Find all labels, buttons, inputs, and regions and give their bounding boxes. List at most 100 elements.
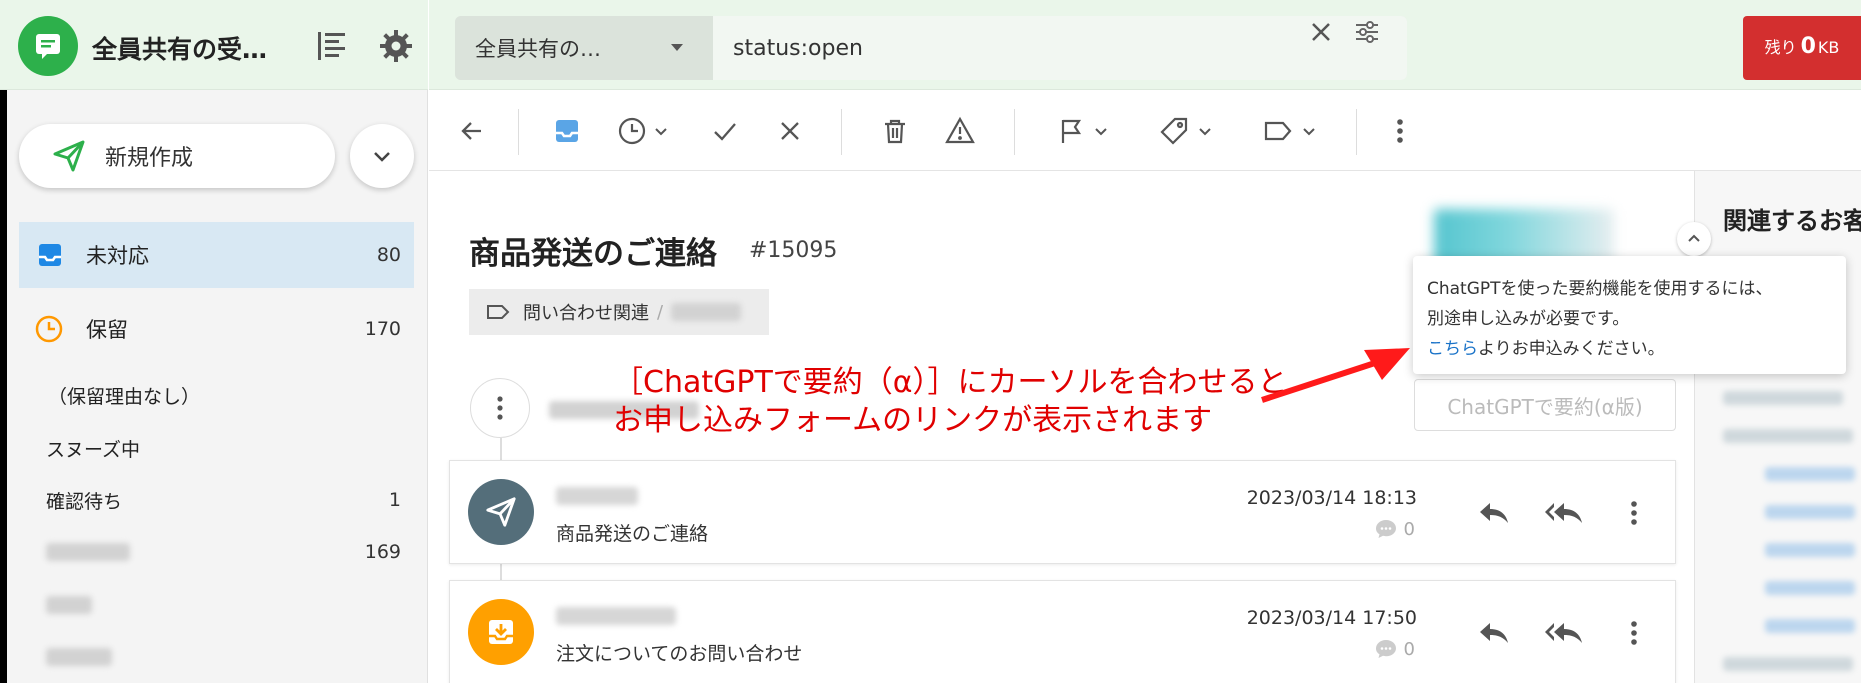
comment-count[interactable]: 0 [1374, 517, 1415, 541]
warning-icon [945, 116, 975, 146]
sidebar-subitem-awaiting[interactable]: 確認待ち 1 [19, 479, 414, 521]
back-button[interactable] [459, 109, 485, 153]
more-vertical-icon [495, 395, 505, 421]
sidebar: 全員共有の受… 新規作成 未対応 80 保留 170 （保留理由なし） スヌーズ… [0, 0, 428, 683]
ticket-toolbar [429, 91, 1861, 171]
arrow-left-icon [459, 118, 485, 144]
inbox-scope-select[interactable]: 全員共有の… [455, 16, 713, 80]
chatgpt-summary-tooltip: ChatGPTを使った要約機能を使用するには、 別途申し込みが必要です。 こちら… [1413, 256, 1846, 374]
blurred-panel-line [1723, 391, 1843, 405]
reply-icon [1478, 499, 1510, 527]
more-vertical-icon [1629, 499, 1639, 527]
blurred-sender [556, 607, 676, 625]
flag-button[interactable] [1057, 109, 1109, 153]
sidebar-item-label: スヌーズ中 [46, 438, 141, 461]
search-bar: 全員共有の… 残り 0 KB [429, 0, 1861, 90]
mark-done-button[interactable] [711, 109, 739, 153]
inbox-icon [36, 241, 64, 269]
sidebar-subitem-snoozed[interactable]: スヌーズ中 [19, 427, 414, 469]
tag-button[interactable] [1159, 109, 1213, 153]
sidebar-subitem-no-reason[interactable]: （保留理由なし） [19, 374, 414, 416]
sidebar-subitem-blurred[interactable]: 169 [19, 531, 414, 573]
chevron-down-icon [1301, 123, 1317, 139]
message-subject: 注文についてのお問い合わせ [556, 643, 803, 665]
gear-icon[interactable] [376, 26, 416, 66]
sidebar-subitem-blurred[interactable] [19, 636, 414, 678]
clock-icon [34, 314, 64, 344]
delete-button[interactable] [881, 109, 909, 153]
compose-label: 新規作成 [105, 146, 194, 171]
spam-button[interactable] [945, 109, 975, 153]
more-vertical-icon [1395, 117, 1405, 145]
trash-icon [881, 117, 909, 145]
collapse-button[interactable] [1677, 222, 1711, 256]
reply-button[interactable] [1472, 611, 1516, 655]
reply-all-button[interactable] [1542, 491, 1586, 535]
scope-label: 全員共有の… [475, 37, 601, 61]
sent-avatar [468, 479, 534, 545]
sidebar-item-open[interactable]: 未対応 80 [19, 222, 414, 288]
workspace-title[interactable]: 全員共有の受… [92, 30, 267, 66]
message-subject: 商品発送のご連絡 [556, 523, 709, 545]
message-more-button[interactable] [1612, 491, 1656, 535]
reply-all-button[interactable] [1542, 611, 1586, 655]
message-more-button[interactable] [1612, 611, 1656, 655]
storage-quota-badge[interactable]: 残り 0 KB [1743, 16, 1861, 80]
comment-icon [1374, 637, 1398, 661]
message-card[interactable]: 商品発送のご連絡 2023/03/14 18:13 0 [449, 460, 1676, 564]
ticket-tag-chip[interactable]: 問い合わせ関連 / [469, 289, 769, 335]
toolbar-divider [1014, 109, 1015, 155]
compose-options-button[interactable] [350, 124, 414, 188]
blurred-panel-line [1765, 467, 1855, 481]
tooltip-line: 別途申し込みが必要です。 [1427, 309, 1630, 329]
close-icon [777, 118, 803, 144]
message-date: 2023/03/14 18:13 [1246, 487, 1417, 509]
received-avatar [468, 599, 534, 665]
annotation-line: ［ChatGPTで要約（α）］にカーソルを合わせると [613, 365, 1288, 400]
chevron-down-icon [653, 123, 669, 139]
more-vertical-icon [1629, 619, 1639, 647]
comment-count-value: 0 [1403, 638, 1415, 660]
message-card[interactable]: 注文についてのお問い合わせ 2023/03/14 17:50 0 [449, 580, 1676, 683]
tag-label: 問い合わせ関連 [523, 303, 649, 324]
panel-title: 関連するお客 [1723, 207, 1861, 235]
tooltip-line: ChatGPTを使った要約機能を使用するには、 [1427, 279, 1773, 299]
blurred-tag [671, 303, 742, 321]
send-icon [51, 138, 87, 174]
chevron-down-icon [1093, 123, 1109, 139]
signup-link[interactable]: こちら [1427, 339, 1478, 359]
sort-list-icon[interactable] [312, 26, 352, 66]
check-icon [711, 117, 739, 145]
quota-prefix: 残り [1764, 38, 1797, 57]
tooltip-line: こちらよりお申込みください。 [1427, 334, 1832, 364]
mark-open-button[interactable] [553, 109, 581, 153]
app-logo-icon[interactable] [18, 16, 78, 76]
comment-count[interactable]: 0 [1374, 637, 1415, 661]
workspace-header: 全員共有の受… [0, 0, 428, 90]
blurred-panel-line [1765, 543, 1855, 557]
sidebar-subitem-blurred[interactable] [19, 584, 414, 626]
toolbar-divider [841, 109, 842, 155]
more-options-button[interactable] [1395, 109, 1405, 153]
filter-sliders-icon[interactable] [1351, 16, 1383, 48]
sidebar-item-label: 保留 [86, 318, 128, 342]
annotation-callout: ［ChatGPTで要約（α）］にカーソルを合わせると お申し込みフォームのリンク… [613, 364, 1288, 440]
close-ticket-button[interactable] [777, 109, 803, 153]
clear-icon[interactable] [1305, 16, 1337, 48]
sidebar-item-pending[interactable]: 保留 170 [19, 296, 414, 362]
comment-icon [1374, 517, 1398, 541]
thread-more-button[interactable] [470, 378, 530, 438]
message-date: 2023/03/14 17:50 [1246, 607, 1417, 629]
reply-all-icon [1544, 499, 1584, 527]
chatgpt-summary-button[interactable]: ChatGPTで要約(α版) [1414, 379, 1676, 431]
snooze-button[interactable] [617, 109, 669, 153]
chevron-down-icon [370, 144, 394, 168]
reply-button[interactable] [1472, 491, 1516, 535]
send-icon [484, 495, 518, 529]
caret-down-icon [671, 44, 683, 51]
compose-button[interactable]: 新規作成 [19, 124, 335, 188]
search-input[interactable] [713, 16, 1407, 80]
blurred-panel-line [1765, 505, 1855, 519]
chevron-down-icon [1197, 123, 1213, 139]
label-button[interactable] [1263, 109, 1317, 153]
